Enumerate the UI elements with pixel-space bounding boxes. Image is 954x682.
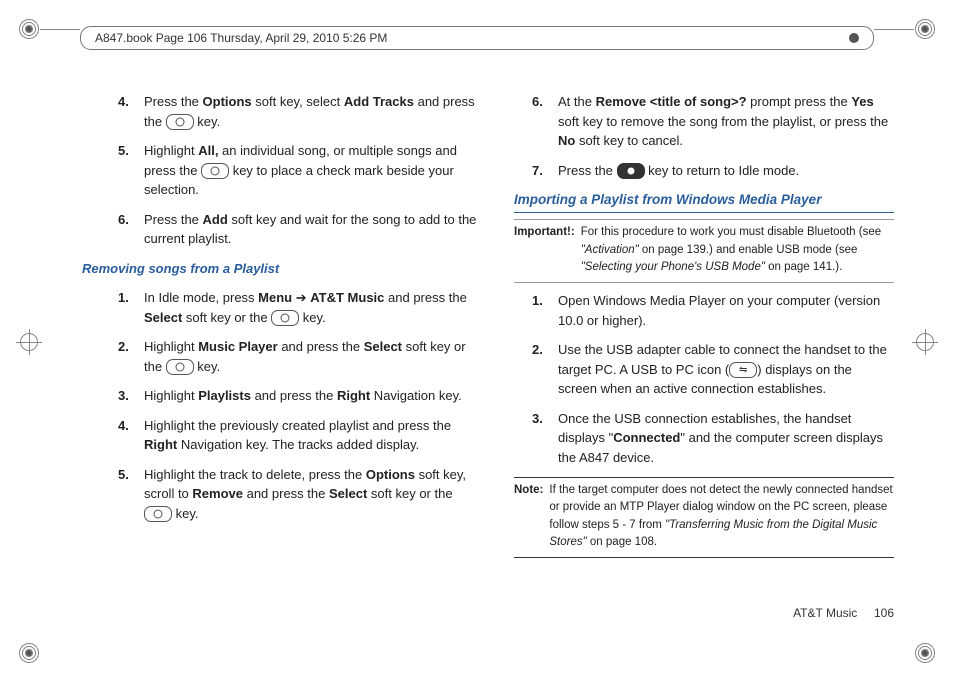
right-column: 6. At the Remove <title of song>? prompt… [514,92,894,622]
rule [514,477,894,478]
ok-key-icon [271,310,299,326]
important-note: Important!: For this procedure to work y… [514,224,894,276]
ok-key-icon [166,114,194,130]
header-dot-icon [849,33,859,43]
rule [514,219,894,220]
section-removing-songs: Removing songs from a Playlist [82,259,480,279]
ok-key-icon [201,163,229,179]
ok-key-icon [166,359,194,375]
step-5: 5. Highlight All, an individual song, or… [118,141,480,200]
remove-step-5: 5. Highlight the track to delete, press … [118,465,480,524]
footer-page-number: 106 [874,606,894,620]
usb-pc-icon [729,362,757,378]
side-registration-left [16,329,42,355]
rule [514,282,894,283]
section-importing-playlist: Importing a Playlist from Windows Media … [514,190,894,213]
crop-mark-bottom-right [914,642,936,664]
page-content: 4. Press the Options soft key, select Ad… [100,92,894,622]
step-7-right: 7. Press the key to return to Idle mode. [532,161,894,181]
end-key-icon [617,163,645,179]
crop-line [874,29,914,30]
side-registration-right [912,329,938,355]
step-6: 6. Press the Add soft key and wait for t… [118,210,480,249]
crop-mark-top-left [18,18,40,40]
rule [514,557,894,558]
footer-section: AT&T Music [793,606,857,620]
page-header-capsule: A847.book Page 106 Thursday, April 29, 2… [80,26,874,50]
left-column: 4. Press the Options soft key, select Ad… [100,92,480,622]
remove-step-2: 2. Highlight Music Player and press the … [118,337,480,376]
remove-step-4: 4. Highlight the previously created play… [118,416,480,455]
import-step-1: 1. Open Windows Media Player on your com… [532,291,894,330]
note-mtp: Note: If the target computer does not de… [514,482,894,551]
page-footer: AT&T Music 106 [793,604,894,622]
step-6-right: 6. At the Remove <title of song>? prompt… [532,92,894,151]
crop-line [40,29,80,30]
crop-mark-top-right [914,18,936,40]
header-text: A847.book Page 106 Thursday, April 29, 2… [95,31,387,45]
import-step-2: 2. Use the USB adapter cable to connect … [532,340,894,399]
crop-mark-bottom-left [18,642,40,664]
remove-step-3: 3. Highlight Playlists and press the Rig… [118,386,480,406]
import-step-3: 3. Once the USB connection establishes, … [532,409,894,468]
remove-step-1: 1. In Idle mode, press Menu ➔ AT&T Music… [118,288,480,327]
ok-key-icon [144,506,172,522]
step-4: 4. Press the Options soft key, select Ad… [118,92,480,131]
